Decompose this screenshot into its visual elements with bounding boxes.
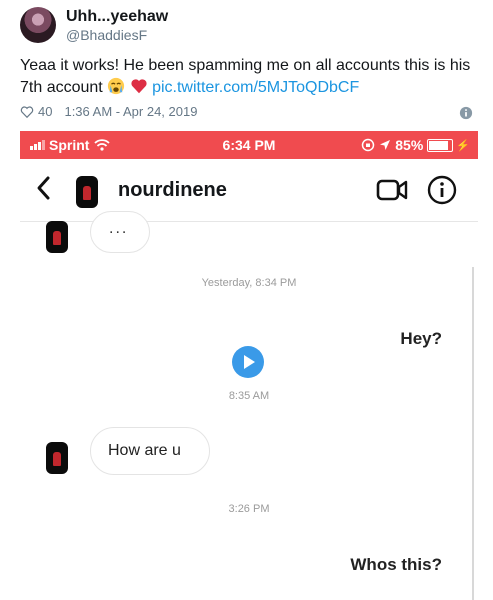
ad-info-icon[interactable] (459, 106, 473, 120)
voice-message-play-button[interactable] (232, 346, 264, 378)
scrollbar[interactable] (472, 267, 474, 600)
user-avatar[interactable] (20, 7, 56, 43)
battery-percent: 85% (395, 137, 424, 153)
video-call-icon[interactable] (376, 177, 408, 203)
chat-header: nourdinene (20, 159, 478, 222)
user-handle[interactable]: @BhaddiesF (66, 27, 147, 43)
display-name[interactable]: Uhh...yeehaw (66, 8, 168, 26)
back-arrow-icon[interactable] (34, 173, 54, 203)
incoming-message-bubble[interactable]: ... (90, 211, 150, 253)
message-timestamp: Yesterday, 8:34 PM (201, 277, 297, 289)
outgoing-message[interactable]: Hey? (400, 329, 442, 349)
play-icon (244, 355, 255, 369)
tweet-media-link[interactable]: pic.twitter.com/5MJToQDbCF (152, 79, 359, 96)
tweet-header: Uhh...yeehaw @BhaddiesF (20, 4, 480, 44)
red-heart-emoji (131, 79, 147, 94)
contact-avatar[interactable] (76, 176, 98, 208)
like-count: 40 (38, 104, 53, 119)
contact-name[interactable]: nourdinene (118, 179, 227, 202)
rotation-lock-icon (362, 138, 375, 152)
tweet-timestamp[interactable]: 1:36 AM - Apr 24, 2019 (64, 104, 197, 119)
info-icon[interactable] (427, 175, 457, 205)
message-timestamp: 8:35 AM (228, 390, 270, 402)
location-arrow-icon (380, 140, 391, 150)
tweet-text: Yeaa it works! He been spamming me on al… (20, 55, 480, 99)
charging-icon: ⚡ (456, 139, 470, 152)
crying-face-emoji (108, 77, 125, 95)
message-text: ... (109, 220, 129, 237)
tweet-meta: 40 1:36 AM - Apr 24, 2019 (20, 104, 197, 119)
message-timestamp: 3:26 PM (228, 503, 270, 515)
sender-avatar[interactable] (46, 221, 68, 253)
like-heart-icon[interactable] (20, 105, 34, 119)
message-text: How are u (108, 442, 181, 459)
outgoing-message[interactable]: Whos this? (350, 555, 442, 575)
attached-screenshot[interactable]: Sprint 6:34 PM 85% ⚡ nourdinene ... Yest… (20, 131, 478, 600)
sender-avatar[interactable] (46, 442, 68, 474)
status-bar: Sprint 6:34 PM 85% ⚡ (20, 131, 478, 159)
battery-icon (427, 138, 454, 152)
incoming-message-bubble[interactable]: How are u (90, 427, 210, 475)
